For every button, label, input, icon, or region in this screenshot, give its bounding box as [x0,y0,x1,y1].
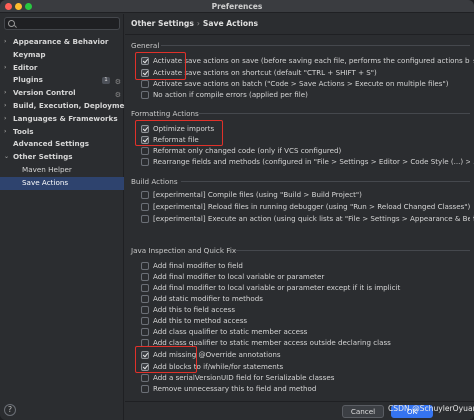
checkbox-label: Remove unnecessary this to field and met… [153,384,317,393]
checkbox-label: Activate save actions on save (before sa… [153,56,474,65]
checkbox-label: No action if compile errors (applied per… [153,90,308,99]
checkbox-unchecked[interactable] [141,373,149,382]
chevron-right-icon[interactable]: › [4,126,6,139]
title-bar: Preferences [0,0,474,13]
sidebar-item-label: Keymap [13,49,46,59]
checkbox-label: Add class qualifier to static member acc… [153,327,308,336]
sidebar-item-plugins[interactable]: Plugins 1 ⚙ [0,74,124,87]
search-input[interactable] [18,19,116,29]
section-divider [235,250,471,251]
sidebar-item-label: Other Settings [13,152,73,162]
content-scrollbar[interactable] [470,36,473,396]
preferences-window: Preferences › Appearance & Behavior Keym… [0,0,474,420]
checkbox-label: [experimental] Compile files (using "Bui… [153,190,362,199]
checkbox-unchecked[interactable] [141,79,149,88]
highlight-box-formatting [135,120,223,146]
sidebar-item-tools[interactable]: › Tools [0,126,124,139]
section-title-java: Java Inspection and Quick Fix [131,246,237,255]
checkbox-unchecked[interactable] [141,261,149,270]
checkbox-unchecked[interactable] [141,146,149,155]
checkbox-label: Activate save actions on batch ("Code > … [153,79,449,88]
sidebar-item-editor[interactable]: › Editor [0,62,124,75]
checkbox-label: [experimental] Execute an action (using … [153,214,474,223]
section-divider [181,181,471,182]
checkbox-unchecked[interactable] [141,202,149,211]
breadcrumb: Other Settings › Save Actions [131,19,258,29]
checkbox-unchecked[interactable] [141,214,149,223]
sidebar-item-label: Save Actions [22,177,69,187]
checkbox-label: Add final modifier to local variable or … [153,283,401,292]
checkbox-label: Add this to method access [153,316,248,325]
sidebar-item-label: Tools [13,126,34,136]
breadcrumb-current: Save Actions [202,19,259,28]
breadcrumb-separator: › [196,19,200,28]
checkbox-label: Add a serialVersionUID field for Seriali… [153,373,335,382]
chevron-down-icon[interactable]: ⌄ [4,151,9,164]
sidebar-item-keymap[interactable]: Keymap [0,49,124,62]
checkbox-label: Add final modifier to local variable or … [153,272,325,281]
section-title-formatting: Formatting Actions [131,109,199,118]
section-divider [161,45,471,46]
sidebar-item-label: Build, Execution, Deployment [13,100,133,110]
chevron-right-icon[interactable]: › [4,36,6,49]
settings-search[interactable] [4,17,120,30]
sidebar-item-appearance-behavior[interactable]: › Appearance & Behavior [0,36,124,49]
checkbox-label: Add final modifier to field [153,261,243,270]
sidebar-item-build-execution-deployment[interactable]: › Build, Execution, Deployment [0,100,133,113]
checkbox-unchecked[interactable] [141,294,149,303]
chevron-right-icon[interactable]: › [4,113,6,126]
settings-tree: › Appearance & Behavior Keymap › Editor … [0,36,133,190]
help-icon[interactable]: ? [4,404,16,416]
sidebar-item-languages-frameworks[interactable]: › Languages & Frameworks [0,113,124,126]
watermark-text: CSDN @SchuylerOyuan [388,404,474,413]
section-divider [199,113,471,114]
search-icon [8,20,15,27]
settings-content: Other Settings › Save Actions General Acti… [125,14,474,420]
cancel-button[interactable]: Cancel [342,405,384,418]
checkbox-unchecked[interactable] [141,90,149,99]
sidebar-item-other-settings[interactable]: ⌄ Other Settings [0,151,124,164]
section-title-build: Build Actions [131,177,178,186]
plugins-update-badge: 1 [102,77,110,85]
section-title-general: General [131,41,160,50]
checkbox-label: Add this to field access [153,305,236,314]
window-title: Preferences [211,2,263,11]
sidebar-item-label: Plugins [13,75,43,85]
checkbox-unchecked[interactable] [141,157,149,166]
checkbox-label: Rearrange fields and methods (configured… [153,157,474,166]
checkbox-label: Reformat only changed code (only if VCS … [153,146,342,155]
header-divider [125,34,474,35]
chevron-right-icon[interactable]: › [4,62,6,75]
sidebar-item-label: Appearance & Behavior [13,37,109,46]
sidebar-item-label: Editor [13,62,38,72]
checkbox-label: [experimental] Reload files in running d… [153,202,471,211]
checkbox-unchecked[interactable] [141,305,149,314]
sidebar-item-advanced-settings[interactable]: Advanced Settings [0,138,124,151]
checkbox-unchecked[interactable] [141,384,149,393]
checkbox-label: Add static modifier to methods [153,294,263,303]
chevron-right-icon[interactable]: › [4,87,6,100]
sidebar-item-label: Advanced Settings [13,139,90,149]
checkbox-unchecked[interactable] [141,283,149,292]
sidebar-item-maven-helper[interactable]: Maven Helper [0,164,124,177]
checkbox-unchecked[interactable] [141,327,149,336]
breadcrumb-parent[interactable]: Other Settings [131,19,194,28]
checkbox-unchecked[interactable] [141,190,149,199]
sidebar-item-label: Maven Helper [22,164,72,174]
sidebar-item-version-control[interactable]: › Version Control ⚙ [0,87,124,100]
sidebar-item-label: Version Control [13,88,76,98]
chevron-right-icon[interactable]: › [4,100,6,113]
checkbox-unchecked[interactable] [141,272,149,281]
highlight-box-general [135,52,186,80]
highlight-box-java [135,346,197,373]
sidebar-item-label: Languages & Frameworks [13,113,118,123]
checkbox-label: Activate save actions on shortcut (defau… [153,68,377,77]
checkbox-unchecked[interactable] [141,316,149,325]
sidebar-item-save-actions[interactable]: Save Actions [0,176,124,190]
settings-sidebar: › Appearance & Behavior Keymap › Editor … [0,14,133,420]
